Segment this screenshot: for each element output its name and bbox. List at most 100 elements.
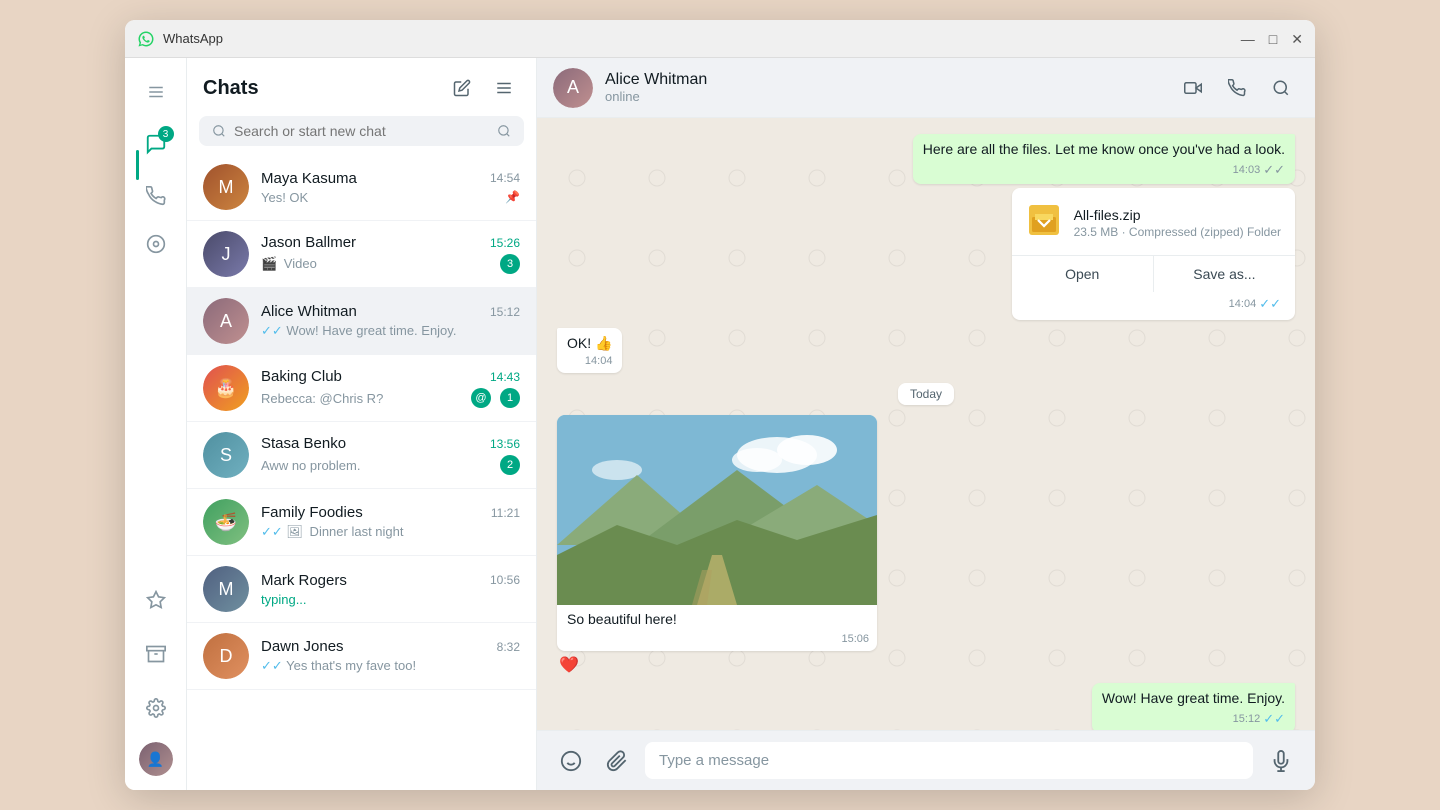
- message-time: 14:04: [585, 355, 613, 367]
- file-size: 23.5 MB · Compressed (zipped) Folder: [1074, 225, 1281, 239]
- chats-badge: 3: [158, 126, 174, 142]
- chat-time: 13:56: [490, 437, 520, 451]
- chat-list-panel: Chats M: [187, 58, 537, 790]
- chat-time: 14:54: [490, 171, 520, 185]
- nav-menu[interactable]: [136, 72, 176, 112]
- close-btn[interactable]: ✕: [1291, 32, 1303, 46]
- chat-item-mark[interactable]: M Mark Rogers 10:56 typing...: [187, 556, 536, 623]
- maximize-btn[interactable]: □: [1269, 32, 1277, 46]
- app-window: WhatsApp — □ ✕ 3: [125, 20, 1315, 790]
- chat-item-baking[interactable]: 🎂 Baking Club 14:43 Rebecca: @Chris R? @…: [187, 355, 536, 422]
- chat-item-stasa[interactable]: S Stasa Benko 13:56 Aww no problem. 2: [187, 422, 536, 489]
- chat-preview: Rebecca: @Chris R?: [261, 391, 465, 406]
- file-icon: [1026, 202, 1062, 245]
- message-bubble: OK! 👍 14:04: [557, 328, 622, 374]
- message-time: 15:12: [1233, 713, 1261, 725]
- contact-info: Alice Whitman online: [605, 71, 1175, 104]
- chat-item-maya[interactable]: M Maya Kasuma 14:54 Yes! OK 📌: [187, 154, 536, 221]
- message-input[interactable]: [645, 742, 1253, 779]
- chat-header-actions: [1175, 70, 1299, 106]
- save-file-btn[interactable]: Save as...: [1154, 256, 1295, 292]
- chat-name: Maya Kasuma: [261, 170, 357, 187]
- nav-settings[interactable]: [136, 688, 176, 728]
- file-details: All-files.zip 23.5 MB · Compressed (zipp…: [1074, 207, 1281, 239]
- chat-item-alice[interactable]: A Alice Whitman 15:12 ✓✓ Wow! Have great…: [187, 288, 536, 355]
- minimize-btn[interactable]: —: [1241, 32, 1255, 46]
- unread-badge: 3: [500, 254, 520, 274]
- file-meta: 14:04 ✓✓: [1012, 292, 1295, 320]
- chat-item-family[interactable]: 🍜 Family Foodies 11:21 ✓✓ 🖼 Dinner last …: [187, 489, 536, 556]
- chat-preview: ✓✓ Yes that's my fave too!: [261, 658, 520, 674]
- chat-info-family: Family Foodies 11:21 ✓✓ 🖼 Dinner last ni…: [261, 504, 520, 540]
- nav-archived[interactable]: [136, 634, 176, 674]
- avatar-family: 🍜: [203, 499, 249, 545]
- app-body: 3 👤: [125, 58, 1315, 790]
- unread-badge: 2: [500, 455, 520, 475]
- window-controls: — □ ✕: [1241, 32, 1303, 46]
- chat-info-jason: Jason Ballmer 15:26 🎬 Video 3: [261, 234, 520, 274]
- file-info: All-files.zip 23.5 MB · Compressed (zipp…: [1012, 188, 1295, 255]
- voice-btn[interactable]: [1263, 743, 1299, 779]
- chat-preview: typing...: [261, 592, 520, 607]
- search-bar[interactable]: [199, 116, 524, 146]
- chat-preview: Aww no problem.: [261, 458, 494, 473]
- search-btn[interactable]: [1263, 70, 1299, 106]
- filter-btn[interactable]: [488, 72, 520, 104]
- attach-btn[interactable]: [599, 743, 635, 779]
- chat-time: 14:43: [490, 370, 520, 384]
- chat-info-dawn: Dawn Jones 8:32 ✓✓ Yes that's my fave to…: [261, 638, 520, 674]
- emoji-btn[interactable]: [553, 743, 589, 779]
- chat-time: 11:21: [491, 506, 520, 520]
- whatsapp-logo: [137, 30, 155, 48]
- avatar-alice: A: [203, 298, 249, 344]
- image-content: [557, 415, 877, 605]
- message-text: Here are all the files. Let me know once…: [923, 140, 1285, 160]
- image-meta: 15:06: [557, 631, 877, 651]
- chat-info-alice: Alice Whitman 15:12 ✓✓ Wow! Have great t…: [261, 303, 520, 339]
- avatar-mark: M: [203, 566, 249, 612]
- message-text: Wow! Have great time. Enjoy.: [1102, 689, 1285, 709]
- chat-preview: 🎬 Video: [261, 256, 494, 272]
- chat-name: Jason Ballmer: [261, 234, 356, 251]
- user-avatar[interactable]: 👤: [139, 742, 173, 776]
- chat-main: A Alice Whitman online: [537, 58, 1315, 790]
- nav-chats[interactable]: 3: [136, 124, 176, 164]
- chat-name: Baking Club: [261, 368, 342, 385]
- chat-list-header: Chats: [187, 58, 536, 112]
- contact-name: Alice Whitman: [605, 71, 1175, 89]
- nav-starred[interactable]: [136, 580, 176, 620]
- avatar-dawn: D: [203, 633, 249, 679]
- file-ticks: ✓✓: [1259, 296, 1281, 312]
- chat-info-maya: Maya Kasuma 14:54 Yes! OK 📌: [261, 170, 520, 205]
- messages-area[interactable]: Here are all the files. Let me know once…: [537, 118, 1315, 730]
- chat-item-dawn[interactable]: D Dawn Jones 8:32 ✓✓ Yes that's my fave …: [187, 623, 536, 690]
- file-actions: Open Save as...: [1012, 255, 1295, 292]
- chat-name: Alice Whitman: [261, 303, 357, 320]
- message-ticks: ✓✓: [1263, 162, 1285, 178]
- day-divider: Today: [557, 385, 1295, 403]
- chat-name: Stasa Benko: [261, 435, 346, 452]
- video-call-btn[interactable]: [1175, 70, 1211, 106]
- contact-avatar[interactable]: A: [553, 68, 593, 108]
- file-bubble: All-files.zip 23.5 MB · Compressed (zipp…: [1012, 188, 1295, 320]
- message-bubble: Here are all the files. Let me know once…: [913, 134, 1295, 184]
- message-row-sent-final: Wow! Have great time. Enjoy. 15:12 ✓✓: [557, 683, 1295, 730]
- open-file-btn[interactable]: Open: [1012, 256, 1154, 292]
- chat-time: 15:26: [490, 236, 520, 250]
- message-ticks: ✓✓: [1263, 711, 1285, 727]
- search-input[interactable]: [234, 123, 493, 139]
- nav-status[interactable]: [136, 224, 176, 264]
- voice-call-btn[interactable]: [1219, 70, 1255, 106]
- chat-list-title: Chats: [203, 77, 259, 100]
- nav-sidebar: 3 👤: [125, 58, 187, 790]
- new-chat-btn[interactable]: [446, 72, 478, 104]
- message-row-file: All-files.zip 23.5 MB · Compressed (zipp…: [557, 188, 1295, 320]
- chat-item-jason[interactable]: J Jason Ballmer 15:26 🎬 Video 3: [187, 221, 536, 288]
- image-bubble: So beautiful here! 15:06: [557, 415, 877, 651]
- avatar-stasa: S: [203, 432, 249, 478]
- file-name: All-files.zip: [1074, 207, 1281, 223]
- avatar-jason: J: [203, 231, 249, 277]
- caption-text: So beautiful here!: [567, 611, 677, 627]
- nav-calls[interactable]: [136, 176, 176, 216]
- chat-preview: ✓✓ 🖼 Dinner last night: [261, 524, 520, 540]
